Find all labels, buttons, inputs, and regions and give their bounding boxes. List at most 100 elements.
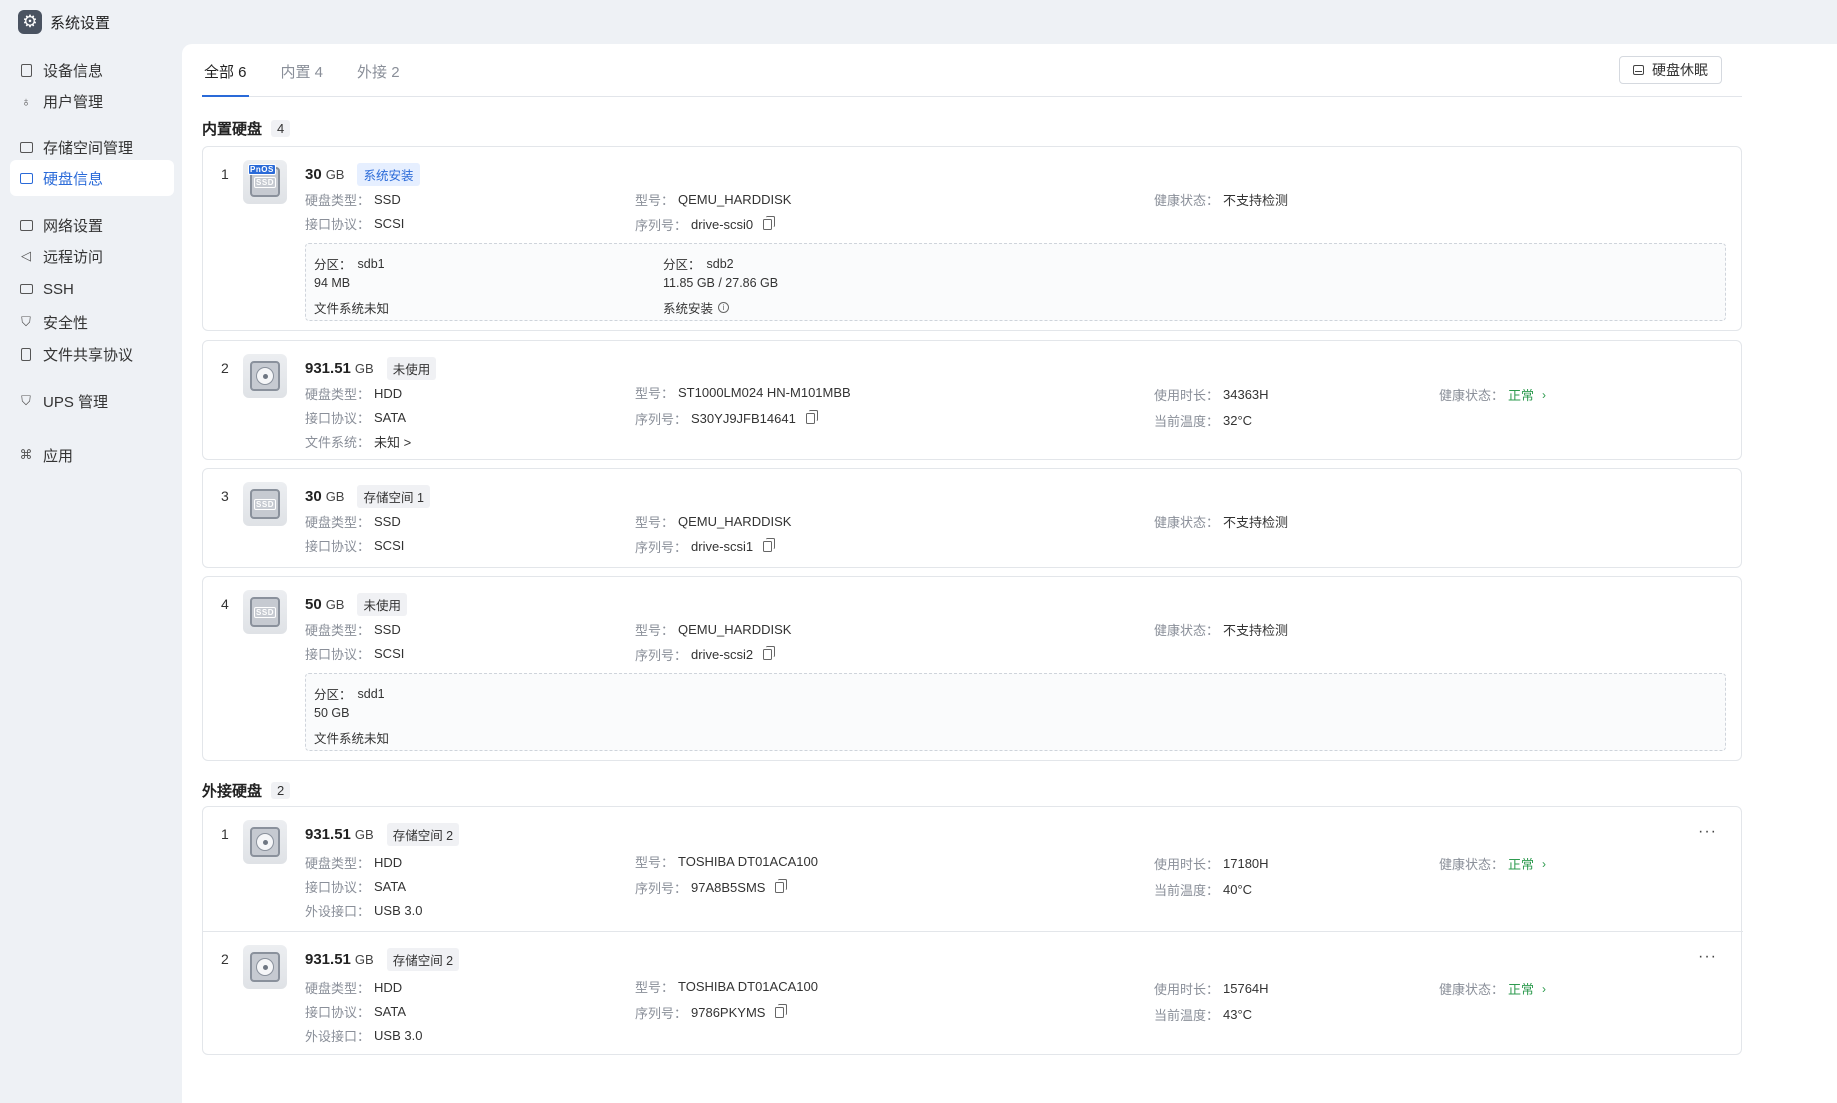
disk-type-label: 硬盘类型： bbox=[305, 856, 371, 871]
model-value: QEMU_HARDDISK bbox=[678, 622, 792, 637]
status-badge: 存储空间 2 bbox=[386, 948, 460, 971]
more-icon[interactable]: ··· bbox=[1698, 823, 1717, 841]
disk-card: 1 SSD PnOS 30 GB 系统安装 硬盘类型： SSD 接口协议： SCSI … bbox=[202, 146, 1742, 331]
sidebar-item-ssh[interactable]: SSH bbox=[10, 271, 174, 307]
sidebar-item-apps[interactable]: ⌘ 应用 bbox=[10, 437, 174, 473]
disk-sleep-button[interactable]: 硬盘休眠 bbox=[1619, 56, 1722, 84]
serial-value: S30YJ9JFB14641 bbox=[691, 411, 796, 426]
document-icon bbox=[19, 347, 33, 361]
copy-icon[interactable] bbox=[775, 1004, 788, 1018]
disk-capacity: 30 GB 系统安装 bbox=[305, 163, 420, 186]
capacity-value: 50 bbox=[305, 596, 322, 613]
temperature-value: 40°C bbox=[1223, 882, 1253, 897]
partition-box: 分区： sdb1 94 MB 文件系统未知 分区： sdb2 11.85 GB / … bbox=[305, 243, 1726, 321]
status-badge: 未使用 bbox=[386, 357, 437, 380]
partition-size: 50 GB bbox=[314, 706, 350, 720]
capacity-value: 30 bbox=[305, 166, 322, 183]
copy-icon[interactable] bbox=[763, 538, 776, 552]
section-title-text: 外接硬盘 bbox=[202, 783, 263, 800]
sidebar-item-user-management[interactable]: ♁ 用户管理 bbox=[10, 83, 174, 119]
serial-value: drive-scsi0 bbox=[691, 217, 754, 232]
status-badge: 存储空间 1 bbox=[357, 485, 430, 508]
disk-type-value: HDD bbox=[374, 386, 403, 401]
shield-icon: ⛉ bbox=[21, 314, 31, 329]
copy-icon[interactable] bbox=[775, 879, 788, 893]
ssd-icon: SSD bbox=[243, 590, 287, 634]
status-badge: 未使用 bbox=[357, 593, 407, 616]
protocol-value: SATA bbox=[374, 410, 407, 425]
sidebar-item-label: 硬盘信息 bbox=[43, 170, 104, 188]
health-value: 不支持检测 bbox=[1223, 623, 1289, 638]
protocol-label: 接口协议： bbox=[305, 1005, 371, 1020]
port-label: 外设接口： bbox=[305, 904, 371, 919]
serial-label: 序列号： bbox=[635, 412, 688, 427]
more-icon[interactable]: ··· bbox=[1698, 948, 1717, 966]
health-value: 不支持检测 bbox=[1223, 515, 1289, 530]
partition-name: sdb1 bbox=[357, 256, 385, 271]
filesystem-link[interactable]: 未知 > bbox=[374, 432, 411, 451]
health-link[interactable]: 健康状态： 正常 › bbox=[1439, 854, 1546, 873]
copy-icon[interactable] bbox=[805, 410, 818, 424]
partition-box: 分区： sdd1 50 GB 文件系统未知 bbox=[305, 673, 1726, 751]
disk-card: 3 SSD 30 GB 存储空间 1 硬盘类型： SSD 接口协议： SCSI 型号… bbox=[202, 468, 1742, 568]
capacity-value: 30 bbox=[305, 488, 322, 505]
serial-value: 9786PKYMS bbox=[691, 1005, 766, 1020]
disk-type-value: HDD bbox=[374, 855, 403, 870]
health-value: 正常 bbox=[1508, 857, 1535, 872]
protocol-label: 接口协议： bbox=[305, 411, 371, 426]
model-label: 型号： bbox=[635, 623, 675, 638]
disk-type-value: HDD bbox=[374, 980, 403, 995]
health-label: 健康状态： bbox=[1154, 515, 1220, 530]
protocol-value: SCSI bbox=[374, 646, 405, 661]
sidebar-item-label: 网络设置 bbox=[43, 217, 104, 235]
disk-index: 4 bbox=[221, 596, 229, 612]
apps-icon: ⌘ bbox=[19, 447, 33, 462]
disk-card: 2 931.51 GB 存储空间 2 硬盘类型： HDD 接口协议： SATA 外设… bbox=[203, 931, 1743, 1055]
protocol-label: 接口协议： bbox=[305, 539, 371, 554]
disk-index: 2 bbox=[221, 360, 229, 376]
hdd-icon bbox=[243, 354, 287, 398]
device-icon bbox=[19, 63, 33, 77]
ssd-icon: SSD PnOS bbox=[243, 160, 287, 204]
hours-value: 17180H bbox=[1223, 856, 1269, 871]
health-link[interactable]: 健康状态： 正常 › bbox=[1439, 979, 1546, 998]
health-label: 健康状态： bbox=[1439, 388, 1505, 403]
serial-value: drive-scsi1 bbox=[691, 539, 754, 554]
disk-card: 1 931.51 GB 存储空间 2 硬盘类型： HDD 接口协议： SATA 外设… bbox=[203, 807, 1743, 931]
tab-bar: 全部 6 内置 4 外接 2 硬盘休眠 bbox=[202, 44, 1742, 97]
serial-label: 序列号： bbox=[635, 1006, 688, 1021]
model-value: TOSHIBA DT01ACA100 bbox=[678, 979, 818, 994]
partition-size: 11.85 GB / 27.86 GB bbox=[663, 276, 779, 290]
sidebar-item-remote-access[interactable]: ◁ 远程访问 bbox=[10, 238, 174, 274]
model-label: 型号： bbox=[635, 193, 675, 208]
partition-fs: 文件系统未知 bbox=[314, 732, 390, 746]
app-title: 系统设置 bbox=[50, 14, 111, 32]
sidebar-item-label: SSH bbox=[43, 280, 74, 298]
copy-icon[interactable] bbox=[763, 646, 776, 660]
disk-index: 2 bbox=[221, 951, 229, 967]
partition-label: 分区： bbox=[314, 688, 352, 702]
disk-capacity: 50 GB 未使用 bbox=[305, 593, 407, 616]
ssd-icon: SSD bbox=[243, 482, 287, 526]
sidebar-item-file-sharing[interactable]: 文件共享协议 bbox=[10, 336, 174, 372]
protocol-value: SATA bbox=[374, 1004, 407, 1019]
sidebar-item-disk-info[interactable]: 硬盘信息 bbox=[10, 160, 174, 196]
health-value: 正常 bbox=[1508, 982, 1535, 997]
temperature-label: 当前温度： bbox=[1154, 883, 1220, 898]
copy-icon[interactable] bbox=[763, 216, 776, 230]
tab-external[interactable]: 外接 2 bbox=[355, 61, 402, 96]
tab-all[interactable]: 全部 6 bbox=[202, 61, 249, 97]
hours-label: 使用时长： bbox=[1154, 388, 1220, 403]
sidebar-item-ups[interactable]: ⛉ UPS 管理 bbox=[10, 383, 174, 419]
model-label: 型号： bbox=[635, 855, 675, 870]
temperature-label: 当前温度： bbox=[1154, 1008, 1220, 1023]
info-icon[interactable]: i bbox=[718, 302, 730, 313]
section-title-text: 内置硬盘 bbox=[202, 121, 263, 138]
external-disk-list: 1 931.51 GB 存储空间 2 硬盘类型： HDD 接口协议： SATA 外设… bbox=[202, 806, 1743, 1055]
disk-index: 3 bbox=[221, 488, 229, 504]
disk-type-label: 硬盘类型： bbox=[305, 515, 371, 530]
health-link[interactable]: 健康状态： 正常 › bbox=[1439, 385, 1546, 404]
tab-internal[interactable]: 内置 4 bbox=[279, 61, 326, 96]
protocol-label: 接口协议： bbox=[305, 880, 371, 895]
sidebar-item-security[interactable]: ⛉ 安全性 bbox=[10, 304, 174, 340]
